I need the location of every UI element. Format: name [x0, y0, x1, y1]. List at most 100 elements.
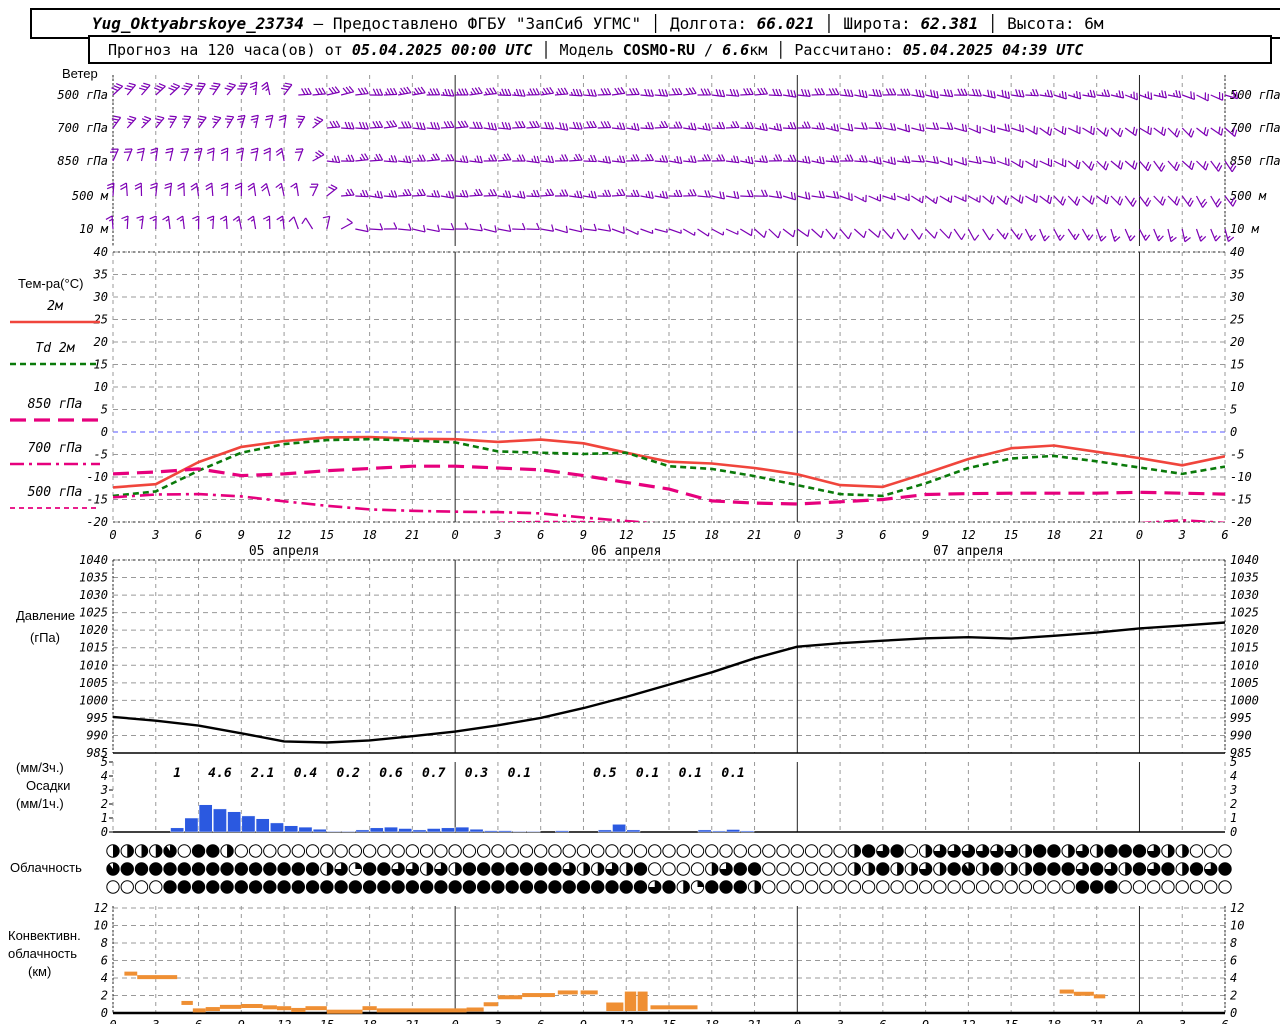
- convective-bar: [637, 991, 648, 1011]
- axis-label: 4: [1230, 769, 1237, 783]
- axis-label: 6: [195, 1018, 202, 1024]
- cloud-fill: [326, 862, 334, 876]
- precip-bar: [455, 826, 470, 833]
- cloud-circle: [234, 862, 249, 876]
- axis-label: 25: [94, 313, 108, 327]
- cloud-circle: [690, 862, 705, 876]
- axis-label: 2: [1230, 797, 1237, 811]
- axis-label: 0: [109, 1018, 116, 1024]
- axis-label: 21: [747, 1018, 761, 1024]
- cloud-row-средняя: [106, 862, 1232, 876]
- axis-label: 0.4: [294, 766, 318, 781]
- header-text: COSMO-RU: [622, 40, 696, 59]
- cloud-circle: [476, 880, 491, 894]
- axis-label: 1: [173, 766, 181, 781]
- conv-panel-title-2: облачность: [8, 946, 78, 961]
- cloud-circle: [633, 880, 648, 894]
- temp-panel-title: Тем-ра(°C): [18, 276, 84, 291]
- axis-label: 0.2: [336, 766, 360, 781]
- cloud-fill: [982, 862, 989, 876]
- cloud-circle: [961, 880, 976, 894]
- precip-bar: [412, 829, 427, 833]
- cloud-circle: [762, 862, 776, 876]
- cloud-circle: [419, 844, 434, 858]
- cloud-circle: [1032, 862, 1047, 876]
- axis-label: 3: [1178, 528, 1186, 542]
- convective-segment: [205, 1007, 220, 1012]
- cloud-circle: [134, 862, 149, 876]
- axis-label: 5: [101, 403, 108, 417]
- header-text: 66.021: [756, 14, 825, 33]
- cloud-circle: [1132, 862, 1147, 876]
- axis-label: 0: [794, 528, 801, 542]
- axis-label: 12: [277, 528, 291, 542]
- cloud-circle: [890, 844, 904, 858]
- cloud-circle: [320, 880, 334, 894]
- axis-label: 1015: [79, 641, 108, 655]
- conv-panel-units: (км): [28, 964, 52, 979]
- axis-label: 6: [101, 954, 108, 968]
- cloud-fill: [106, 862, 120, 876]
- axis-label: 1020: [79, 623, 108, 637]
- axis-label: 0: [794, 1018, 801, 1024]
- cloud-circle: [576, 844, 591, 858]
- time-axis: 0 3 6 9 12 15 18 21 0 3 6 9 12 15 18 21 0 3 6 9 12 15 18 21 0 3 6 0…: [109, 528, 1228, 559]
- cloud-circle: [191, 844, 206, 858]
- cloud-circle: [277, 862, 291, 876]
- cloud-circle: [1118, 844, 1132, 858]
- cloud-circle: [1047, 862, 1061, 876]
- cloud-circle: [1204, 844, 1218, 858]
- cloud-circle: [804, 862, 819, 876]
- cloud-fill: [1011, 862, 1018, 876]
- cloud-fill: [1025, 862, 1032, 876]
- axis-label: -5: [94, 448, 108, 462]
- cloud-circle: [1104, 880, 1118, 894]
- wind-barb-row-10m: [105, 215, 1235, 243]
- cloud-circle: [776, 880, 790, 894]
- cloud-circle: [305, 844, 320, 858]
- convective-segment: [483, 1002, 498, 1007]
- axis-label: 0.6: [379, 766, 403, 781]
- cloud-fill: [925, 844, 932, 858]
- cloud-circle: [462, 880, 477, 894]
- axis-label: 9: [238, 1018, 245, 1024]
- cloud-circle: [1175, 880, 1189, 894]
- cloud-circle: [476, 862, 491, 876]
- cloud-circle: [662, 862, 676, 876]
- cloud-circle: [248, 862, 263, 876]
- axis-label: 1030: [1230, 588, 1259, 602]
- cloud-circle: [377, 880, 391, 894]
- cloud-circle: [334, 880, 348, 894]
- cloud-circle: [990, 880, 1004, 894]
- precip-bar: [712, 830, 726, 833]
- precip-bar: [740, 830, 755, 833]
- axis-label: 40: [1230, 245, 1244, 259]
- cloud-circle: [1218, 862, 1232, 876]
- cloud-circle: [790, 880, 805, 894]
- axis-label: 1030: [79, 588, 108, 602]
- axis-label: 0.1: [508, 766, 531, 781]
- axis-label: 05 апреля: [249, 544, 319, 559]
- cloud-circle: [362, 862, 377, 876]
- axis-label: 500 м: [72, 189, 109, 203]
- axis-label: 1005: [1230, 676, 1259, 690]
- cloud-circle: [990, 862, 1004, 876]
- cloud-fill: [1125, 862, 1132, 876]
- axis-label: 9: [580, 528, 587, 542]
- axis-label: 1: [101, 811, 108, 825]
- precip-bar: [512, 831, 527, 833]
- cloud-circle: [705, 880, 719, 894]
- axis-label: 10: [94, 380, 108, 394]
- axis-label: 1015: [1230, 641, 1259, 655]
- cloud-fill: [141, 844, 148, 858]
- precip-bar: [312, 828, 327, 833]
- header-text: – Предоставлено ФГБУ "ЗапСиб УГМС": [303, 14, 651, 33]
- axis-label: 12: [94, 901, 108, 915]
- axis-label: 3: [835, 1018, 843, 1024]
- cloud-circle: [876, 862, 890, 876]
- axis-label: 1010: [1230, 658, 1259, 672]
- axis-label: 3: [835, 528, 843, 542]
- convective-segment: [241, 1004, 263, 1008]
- precip-bar: [241, 815, 256, 833]
- axis-label: -20: [86, 515, 108, 529]
